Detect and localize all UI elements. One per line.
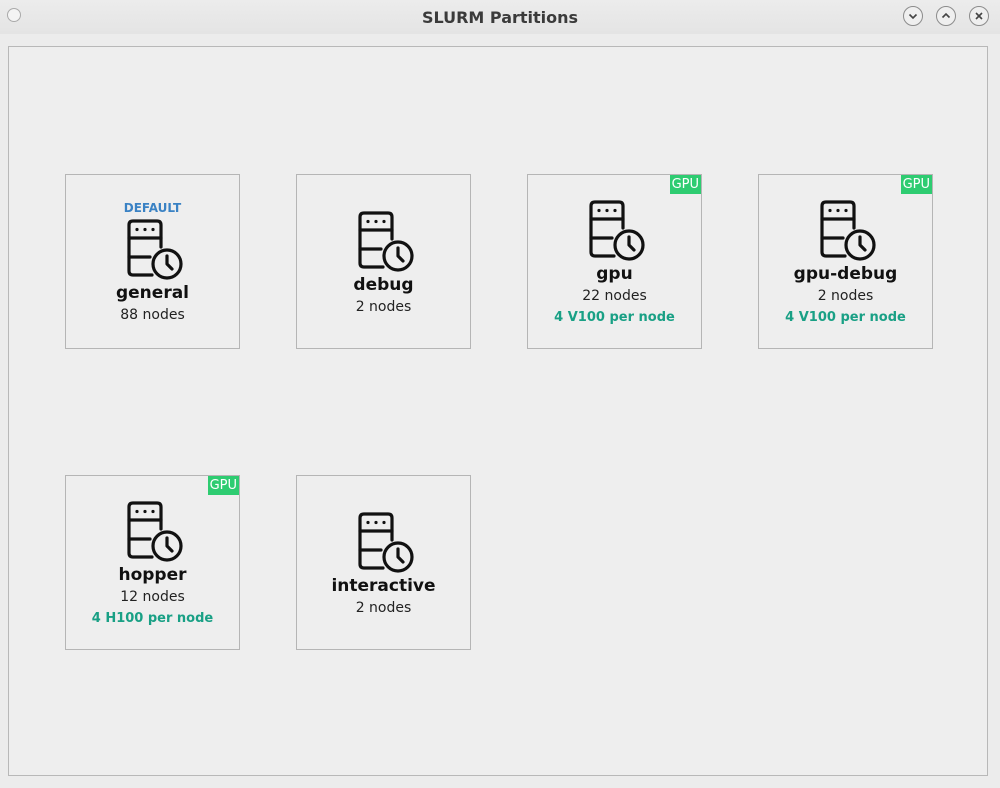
partition-gpu-info: 4 V100 per node <box>785 310 906 325</box>
partition-node-count: 88 nodes <box>120 306 185 323</box>
maximize-icon <box>941 12 951 19</box>
close-button[interactable] <box>969 6 989 26</box>
partition-name: debug <box>353 274 414 295</box>
partition-name: interactive <box>331 575 436 596</box>
maximize-button[interactable] <box>936 6 956 26</box>
partition-card-hopper[interactable]: GPU hopper 12 nodes 4 H100 per node <box>65 475 240 650</box>
server-clock-icon <box>121 217 185 281</box>
partitions-panel <box>8 46 988 776</box>
partition-node-count: 22 nodes <box>582 288 647 304</box>
partition-gpu-info: 4 H100 per node <box>91 611 214 626</box>
partition-gpu-info: 4 V100 per node <box>554 310 675 325</box>
partition-name: gpu-debug <box>793 264 898 284</box>
server-clock-icon <box>583 198 647 262</box>
minimize-icon <box>908 13 918 20</box>
server-clock-icon <box>352 209 416 273</box>
partition-node-count: 12 nodes <box>120 589 185 605</box>
partition-name: general <box>115 282 189 303</box>
partition-node-count: 2 nodes <box>355 599 412 616</box>
partition-card-gpu[interactable]: GPU gpu 22 nodes 4 V100 per node <box>527 174 702 349</box>
partition-node-count: 2 nodes <box>817 288 874 304</box>
close-icon <box>975 12 983 20</box>
partition-card-gpu-debug[interactable]: GPU gpu-debug 2 nodes 4 V100 per node <box>758 174 933 349</box>
partition-name: gpu <box>596 264 633 284</box>
partition-node-count: 2 nodes <box>355 298 412 315</box>
partition-card-general[interactable]: DEFAULT general 88 nodes <box>65 174 240 349</box>
server-clock-icon <box>814 198 878 262</box>
partition-card-debug[interactable]: debug 2 nodes <box>296 174 471 349</box>
server-clock-icon <box>121 499 185 563</box>
window-title: SLURM Partitions <box>421 8 579 27</box>
default-badge: DEFAULT <box>123 200 182 215</box>
title-bar: SLURM Partitions <box>0 0 1000 34</box>
server-clock-icon <box>352 510 416 574</box>
partition-card-interactive[interactable]: interactive 2 nodes <box>296 475 471 650</box>
partition-name: hopper <box>118 565 187 585</box>
minimize-button[interactable] <box>903 6 923 26</box>
